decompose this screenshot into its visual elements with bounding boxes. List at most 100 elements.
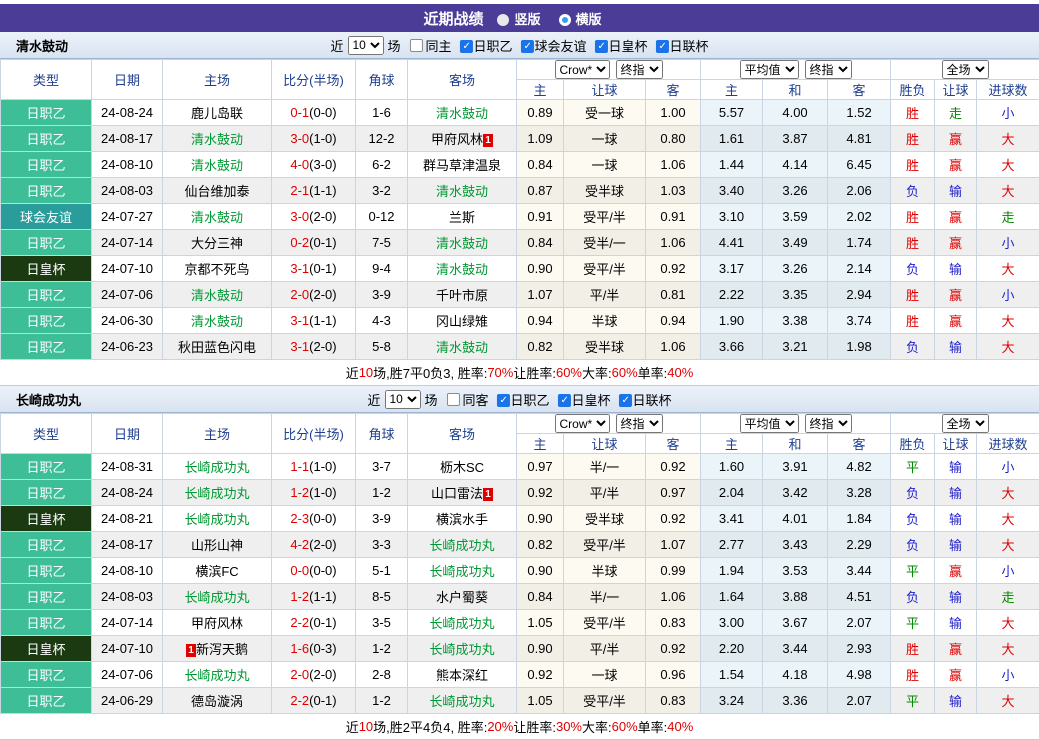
radio-horizontal[interactable]: 横版 xyxy=(555,9,616,28)
same-venue-checkbox-unchecked[interactable] xyxy=(446,393,459,406)
away-team-cell[interactable]: 长崎成功丸 xyxy=(408,636,517,662)
checkbox-checked-icon[interactable] xyxy=(558,394,571,407)
home-team-cell[interactable]: 长崎成功丸 xyxy=(163,480,272,506)
avg-select[interactable]: 平均值 xyxy=(740,414,799,433)
home-team-cell[interactable]: 山形山神 xyxy=(163,532,272,558)
result-winloss: 负 xyxy=(891,532,935,558)
avg-away-odds: 2.07 xyxy=(828,610,891,636)
home-team-cell[interactable]: 甲府风林 xyxy=(163,610,272,636)
league-type-badge[interactable]: 日职乙 xyxy=(1,126,92,152)
away-team-cell[interactable]: 长崎成功丸 xyxy=(408,532,517,558)
home-team-cell[interactable]: 长崎成功丸 xyxy=(163,454,272,480)
away-team-cell[interactable]: 群马草津温泉 xyxy=(408,152,517,178)
home-team-cell[interactable]: 秋田蓝色闪电 xyxy=(163,334,272,360)
league-type-badge[interactable]: 日职乙 xyxy=(1,662,92,688)
league-type-badge[interactable]: 球会友谊 xyxy=(1,204,92,230)
avg-stage-select[interactable]: 终指 xyxy=(805,414,852,433)
away-team-cell[interactable]: 清水鼓动 xyxy=(408,230,517,256)
halftime-score: (0-1) xyxy=(309,615,336,630)
league-type-badge[interactable]: 日职乙 xyxy=(1,308,92,334)
home-team-cell[interactable]: 鹿儿岛联 xyxy=(163,100,272,126)
league-type-badge[interactable]: 日职乙 xyxy=(1,610,92,636)
away-team-cell[interactable]: 千叶市原 xyxy=(408,282,517,308)
league-type-badge[interactable]: 日职乙 xyxy=(1,584,92,610)
league-type-badge[interactable]: 日职乙 xyxy=(1,100,92,126)
col-header-home: 主场 xyxy=(163,414,272,454)
result-goals: 小 xyxy=(977,558,1039,584)
league-type-badge[interactable]: 日职乙 xyxy=(1,230,92,256)
league-filter-label: 日皇杯 xyxy=(609,39,648,54)
checkbox-checked-icon[interactable] xyxy=(497,394,510,407)
league-type-badge[interactable]: 日职乙 xyxy=(1,480,92,506)
league-type-badge[interactable]: 日职乙 xyxy=(1,532,92,558)
home-team-cell[interactable]: 仙台维加泰 xyxy=(163,178,272,204)
radio-vertical-icon[interactable] xyxy=(497,14,509,26)
away-team-cell[interactable]: 冈山绿雉 xyxy=(408,308,517,334)
league-type-badge[interactable]: 日职乙 xyxy=(1,558,92,584)
avg-stage-select[interactable]: 终指 xyxy=(805,60,852,79)
odds-stage-select[interactable]: 终指 xyxy=(616,414,663,433)
home-team-cell[interactable]: 清水鼓动 xyxy=(163,308,272,334)
away-team-cell[interactable]: 甲府风林1 xyxy=(408,126,517,152)
home-team-cell[interactable]: 清水鼓动 xyxy=(163,126,272,152)
away-team-cell[interactable]: 清水鼓动 xyxy=(408,178,517,204)
home-team-cell[interactable]: 清水鼓动 xyxy=(163,204,272,230)
league-type-badge[interactable]: 日职乙 xyxy=(1,282,92,308)
match-count-select[interactable]: 10 xyxy=(347,36,383,55)
radio-vertical[interactable]: 竖版 xyxy=(483,9,554,28)
avg-draw-odds: 3.35 xyxy=(763,282,828,308)
team-section-header: 长崎成功丸 近 10 场 同客 日职乙日皇杯日联杯 xyxy=(0,386,1039,413)
radio-horizontal-icon[interactable] xyxy=(559,14,571,26)
home-team-cell[interactable]: 横滨FC xyxy=(163,558,272,584)
league-type-badge[interactable]: 日皇杯 xyxy=(1,506,92,532)
away-team-cell[interactable]: 横滨水手 xyxy=(408,506,517,532)
home-team-cell[interactable]: 清水鼓动 xyxy=(163,282,272,308)
away-team-cell[interactable]: 熊本深红 xyxy=(408,662,517,688)
filter-games-label: 场 xyxy=(424,390,437,409)
score-cell: 0-0(0-0) xyxy=(272,558,356,584)
checkbox-checked-icon[interactable] xyxy=(619,394,632,407)
away-team-cell[interactable]: 长崎成功丸 xyxy=(408,558,517,584)
league-type-badge[interactable]: 日职乙 xyxy=(1,152,92,178)
home-team-cell[interactable]: 长崎成功丸 xyxy=(163,584,272,610)
league-type-badge[interactable]: 日职乙 xyxy=(1,334,92,360)
score-cell: 3-1(1-1) xyxy=(272,308,356,334)
away-team-cell[interactable]: 长崎成功丸 xyxy=(408,688,517,714)
bookmaker-select[interactable]: Crow* xyxy=(555,60,610,79)
match-count-select[interactable]: 10 xyxy=(384,390,420,409)
checkbox-checked-icon[interactable] xyxy=(521,40,534,53)
bookmaker-select[interactable]: Crow* xyxy=(555,414,610,433)
checkbox-checked-icon[interactable] xyxy=(595,40,608,53)
home-team-cell[interactable]: 德岛漩涡 xyxy=(163,688,272,714)
checkbox-checked-icon[interactable] xyxy=(459,40,472,53)
scope-select[interactable]: 全场 xyxy=(942,60,989,79)
away-team-cell[interactable]: 清水鼓动 xyxy=(408,334,517,360)
away-team-cell[interactable]: 长崎成功丸 xyxy=(408,610,517,636)
home-team-cell[interactable]: 长崎成功丸 xyxy=(163,662,272,688)
home-team-cell[interactable]: 大分三神 xyxy=(163,230,272,256)
scope-select[interactable]: 全场 xyxy=(942,414,989,433)
home-team-cell[interactable]: 清水鼓动 xyxy=(163,152,272,178)
away-team-cell[interactable]: 水户蜀葵 xyxy=(408,584,517,610)
away-team-cell[interactable]: 清水鼓动 xyxy=(408,100,517,126)
league-type-badge[interactable]: 日职乙 xyxy=(1,178,92,204)
avg-select[interactable]: 平均值 xyxy=(740,60,799,79)
checkbox-checked-icon[interactable] xyxy=(656,40,669,53)
home-team-cell[interactable]: 1新泻天鹅 xyxy=(163,636,272,662)
away-team-cell[interactable]: 清水鼓动 xyxy=(408,256,517,282)
away-team-cell[interactable]: 山口雷法1 xyxy=(408,480,517,506)
match-date: 24-08-10 xyxy=(92,152,163,178)
away-team-cell[interactable]: 兰斯 xyxy=(408,204,517,230)
avg-away-odds: 2.29 xyxy=(828,532,891,558)
away-team-cell[interactable]: 枥木SC xyxy=(408,454,517,480)
col-sub-avg-home: 主 xyxy=(701,434,763,454)
odds-stage-select[interactable]: 终指 xyxy=(616,60,663,79)
home-team-cell[interactable]: 京都不死鸟 xyxy=(163,256,272,282)
home-team-cell[interactable]: 长崎成功丸 xyxy=(163,506,272,532)
result-handicap: 走 xyxy=(935,100,977,126)
league-type-badge[interactable]: 日职乙 xyxy=(1,454,92,480)
league-type-badge[interactable]: 日职乙 xyxy=(1,688,92,714)
league-type-badge[interactable]: 日皇杯 xyxy=(1,636,92,662)
same-venue-checkbox-unchecked[interactable] xyxy=(409,39,422,52)
league-type-badge[interactable]: 日皇杯 xyxy=(1,256,92,282)
